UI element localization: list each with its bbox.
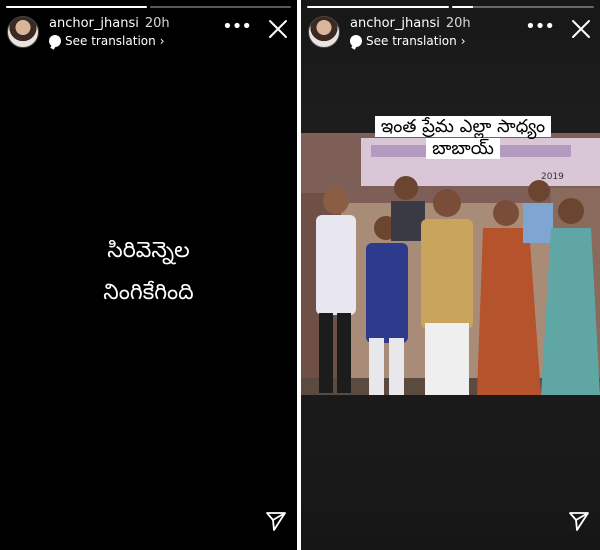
username-row[interactable]: anchor_jhansi 20h — [49, 16, 170, 31]
close-icon[interactable] — [570, 18, 592, 40]
username[interactable]: anchor_jhansi — [350, 16, 440, 31]
story-header: anchor_jhansi 20h See translation › ••• — [7, 14, 289, 52]
story-caption: ఇంత ప్రేమ ఎల్లా సాధ్యం బాబాయ్ — [355, 116, 571, 160]
username[interactable]: anchor_jhansi — [49, 16, 139, 31]
group-photo: 2019 — [301, 133, 600, 395]
story-text: సిరివెన్నెల నింగికేగింది — [0, 230, 297, 314]
chevron-right-icon: › — [460, 34, 466, 48]
story-progress — [307, 6, 594, 8]
more-horizontal-icon[interactable]: ••• — [525, 18, 555, 36]
speech-bubble-icon — [49, 35, 61, 47]
more-horizontal-icon[interactable]: ••• — [222, 18, 252, 36]
story-header: anchor_jhansi 20h See translation › ••• — [308, 14, 592, 52]
progress-segment — [452, 6, 594, 8]
avatar[interactable] — [308, 16, 340, 48]
see-translation-label: See translation — [366, 34, 457, 48]
avatar[interactable] — [7, 16, 39, 48]
username-row[interactable]: anchor_jhansi 20h — [350, 16, 471, 31]
see-translation-label: See translation — [65, 34, 156, 48]
post-time: 20h — [445, 16, 471, 31]
progress-segment — [6, 6, 147, 8]
banner-year: 2019 — [541, 172, 564, 182]
see-translation-button[interactable]: See translation › — [49, 34, 165, 48]
send-icon[interactable] — [568, 510, 590, 532]
group-photo-illustration: 2019 — [301, 133, 600, 395]
story-panel-right[interactable]: anchor_jhansi 20h See translation › ••• 2… — [301, 0, 600, 550]
story-progress — [6, 6, 291, 8]
close-icon[interactable] — [267, 18, 289, 40]
progress-segment — [150, 6, 291, 8]
send-icon[interactable] — [265, 510, 287, 532]
story-panel-left[interactable]: anchor_jhansi 20h See translation › ••• స… — [0, 0, 297, 550]
story-text-line: నింగికేగింది — [103, 280, 194, 305]
see-translation-button[interactable]: See translation › — [350, 34, 466, 48]
chevron-right-icon: › — [159, 34, 165, 48]
story-text-line: సిరివెన్నెల — [107, 238, 190, 263]
progress-segment — [307, 6, 449, 8]
caption-line: బాబాయ్ — [426, 138, 500, 159]
speech-bubble-icon — [350, 35, 362, 47]
post-time: 20h — [144, 16, 170, 31]
caption-line: ఇంత ప్రేమ ఎల్లా సాధ్యం — [374, 116, 552, 137]
